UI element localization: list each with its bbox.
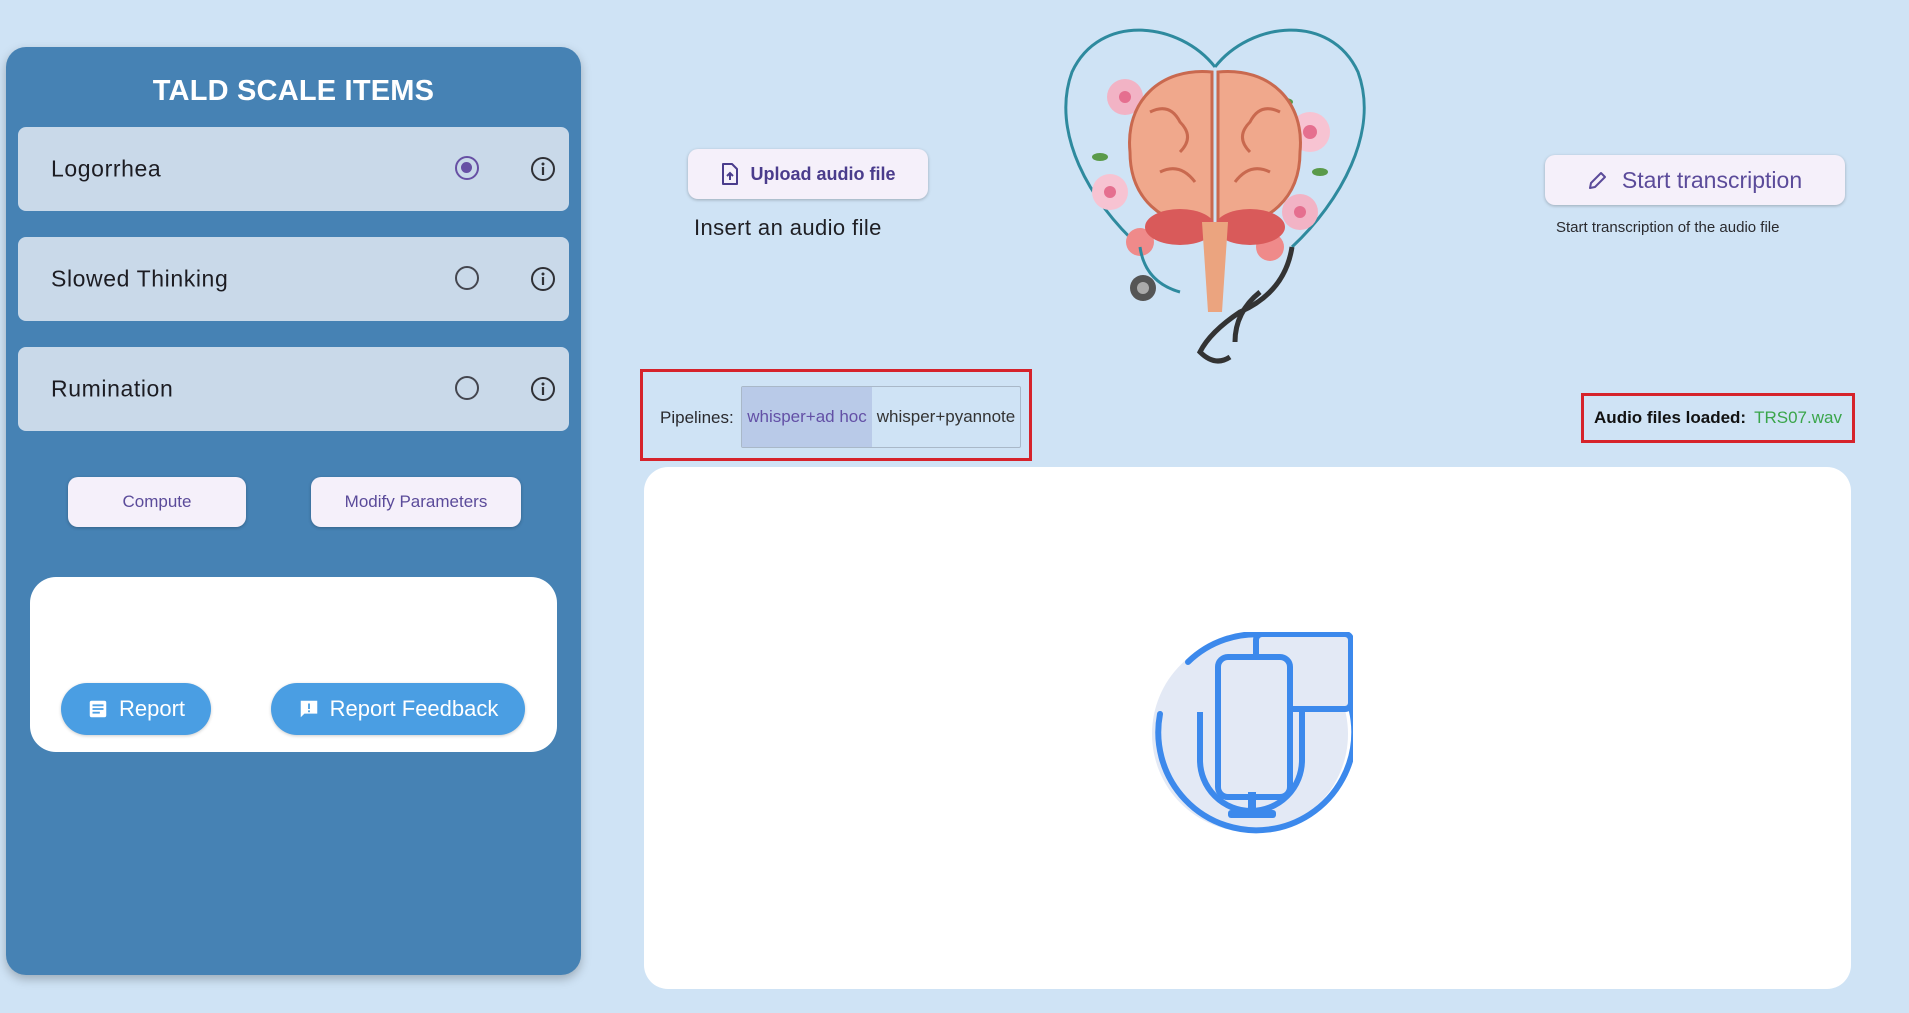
info-icon[interactable] bbox=[530, 376, 556, 402]
brain-heart-illustration bbox=[1064, 28, 1366, 364]
scale-item-slowed-thinking[interactable]: Slowed Thinking bbox=[18, 237, 569, 321]
pipelines-selector[interactable]: whisper+ad hoc whisper+pyannote bbox=[741, 386, 1021, 448]
pipelines-label: Pipelines: bbox=[660, 408, 734, 427]
audio-files-label: Audio files loaded: bbox=[1594, 408, 1747, 427]
info-icon[interactable] bbox=[530, 156, 556, 182]
report-card: Report Report Feedback bbox=[30, 577, 557, 752]
pencil-icon bbox=[1588, 172, 1606, 189]
upload-caption: Insert an audio file bbox=[694, 215, 882, 240]
radio-button[interactable] bbox=[455, 376, 479, 400]
scale-item-label: Slowed Thinking bbox=[51, 265, 229, 292]
scale-item-label: Logorrhea bbox=[51, 155, 162, 182]
audio-file-name: TRS07.wav bbox=[1754, 408, 1842, 427]
upload-audio-label: Upload audio file bbox=[750, 163, 896, 184]
pipeline-option-whisper-pyannote[interactable]: whisper+pyannote bbox=[872, 387, 1020, 447]
upload-file-icon bbox=[722, 163, 739, 185]
tald-sidebar: TALD SCALE ITEMS Logorrhea Slowed Thinki… bbox=[6, 47, 581, 975]
report-icon bbox=[89, 700, 107, 718]
pipelines-section: Pipelines: whisper+ad hoc whisper+pyanno… bbox=[640, 369, 1032, 461]
report-feedback-button[interactable]: Report Feedback bbox=[271, 683, 525, 735]
scale-item-rumination[interactable]: Rumination bbox=[18, 347, 569, 431]
report-button-label: Report bbox=[118, 696, 186, 721]
sidebar-title: TALD SCALE ITEMS bbox=[152, 75, 435, 107]
feedback-icon bbox=[300, 700, 317, 718]
podcast-mic-icon bbox=[1152, 632, 1353, 834]
start-transcription-label: Start transcription bbox=[1621, 166, 1803, 193]
audio-files-loaded: Audio files loaded: TRS07.wav bbox=[1581, 393, 1855, 443]
pipeline-option-whisper-ad-hoc[interactable]: whisper+ad hoc bbox=[742, 387, 872, 447]
radio-button[interactable] bbox=[455, 266, 479, 290]
transcription-area bbox=[644, 467, 1851, 989]
scale-item-label: Rumination bbox=[51, 375, 174, 402]
modify-parameters-button[interactable]: Modify Parameters bbox=[311, 477, 521, 527]
compute-button[interactable]: Compute bbox=[68, 477, 246, 527]
start-transcription-button[interactable]: Start transcription bbox=[1545, 155, 1845, 205]
info-icon[interactable] bbox=[530, 266, 556, 292]
report-feedback-button-label: Report Feedback bbox=[329, 696, 499, 721]
upload-audio-button[interactable]: Upload audio file bbox=[688, 149, 928, 199]
report-button[interactable]: Report bbox=[61, 683, 211, 735]
radio-button-selected[interactable] bbox=[455, 156, 479, 180]
start-transcription-caption: Start transcription of the audio file bbox=[1556, 219, 1780, 236]
scale-item-logorrhea[interactable]: Logorrhea bbox=[18, 127, 569, 211]
